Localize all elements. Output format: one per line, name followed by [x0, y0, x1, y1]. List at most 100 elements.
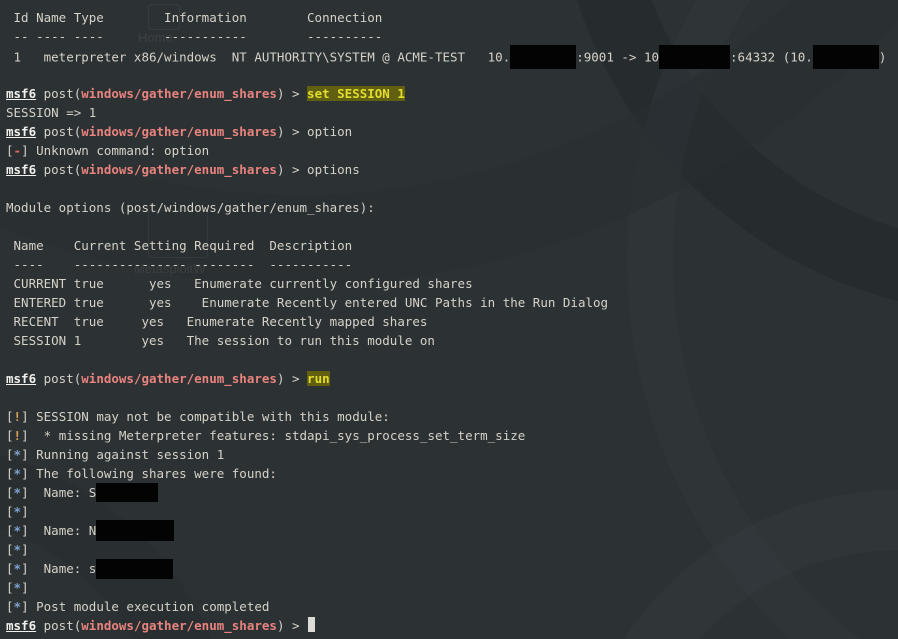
prompt-options: msf6 post(windows/gather/enum_shares) > …	[6, 160, 898, 179]
text-segment: ---- --------------- -------- ----------…	[6, 257, 352, 272]
msf6-prompt: msf6	[6, 371, 36, 386]
text-segment: [	[6, 599, 14, 614]
text-segment: ) > option	[277, 124, 352, 139]
text-segment: [	[6, 143, 14, 158]
blank-line	[6, 217, 898, 236]
text-segment: Name Current Setting Required Descriptio…	[6, 238, 352, 253]
prompt-run: msf6 post(windows/gather/enum_shares) > …	[6, 369, 898, 388]
text-segment: [	[6, 428, 14, 443]
redaction-box	[96, 520, 174, 541]
text-segment: 1 meterpreter x86/windows NT AUTHORITY\S…	[6, 50, 510, 65]
option-row-recent: RECENT true yes Enumerate Recently mappe…	[6, 312, 898, 331]
text-segment: RECENT true yes Enumerate Recently mappe…	[6, 314, 427, 329]
msf6-prompt: msf6	[6, 618, 36, 633]
info-marker: *	[14, 580, 22, 595]
text-segment: [	[6, 504, 14, 519]
text-segment: Id Name Type Information Connection	[6, 10, 382, 25]
msf6-prompt: msf6	[6, 124, 36, 139]
text-segment: :9001 -> 10	[576, 50, 659, 65]
text-segment: post(	[36, 86, 81, 101]
desktop: { "app": { "title": "msfconsole terminal…	[0, 0, 898, 639]
info-marker: *	[14, 599, 22, 614]
sessions-table-row: 1 meterpreter x86/windows NT AUTHORITY\S…	[6, 46, 898, 65]
info-marker: *	[14, 561, 22, 576]
text-segment: [	[6, 466, 14, 481]
text-segment: post(	[36, 124, 81, 139]
info-marker: *	[14, 447, 22, 462]
options-table-divider: ---- --------------- -------- ----------…	[6, 255, 898, 274]
text-segment: SESSION => 1	[6, 105, 96, 120]
text-segment: ]	[21, 504, 29, 519]
text-segment: ] The following shares were found:	[21, 466, 277, 481]
terminal-output[interactable]: Id Name Type Information Connection -- -…	[0, 0, 898, 639]
module-path: windows/gather/enum_shares	[81, 124, 277, 139]
redaction-box	[96, 483, 158, 502]
text-segment: [	[6, 542, 14, 557]
text-segment: ] Name: S	[21, 485, 96, 500]
text-segment: [	[6, 447, 14, 462]
highlighted-command: run	[307, 371, 330, 386]
redaction-box	[659, 45, 730, 69]
redaction-box	[510, 45, 576, 69]
status-line: [*]	[6, 540, 898, 559]
text-segment: ] Post module execution completed	[21, 599, 269, 614]
sessions-table-header: Id Name Type Information Connection	[6, 8, 898, 27]
module-path: windows/gather/enum_shares	[81, 618, 277, 633]
text-segment: ) > options	[277, 162, 360, 177]
text-segment: post(	[36, 162, 81, 177]
text-cursor	[308, 617, 315, 632]
text-segment: post(	[36, 371, 81, 386]
text-segment: ]	[21, 580, 29, 595]
prompt-current: msf6 post(windows/gather/enum_shares) >	[6, 616, 898, 635]
text-segment: ] SESSION may not be compatible with thi…	[21, 409, 390, 424]
warning-marker: !	[14, 409, 22, 424]
status-line: [*]	[6, 578, 898, 597]
status-line: [*] Post module execution completed	[6, 597, 898, 616]
share-name-line: [*] Name: S	[6, 483, 898, 502]
msf6-prompt: msf6	[6, 162, 36, 177]
info-marker: *	[14, 542, 22, 557]
text-segment: ] Running against session 1	[21, 447, 224, 462]
text-segment: -- ---- ---- ----------- ----------	[6, 29, 382, 44]
blank-line	[6, 65, 898, 84]
text-segment: [	[6, 580, 14, 595]
msf6-prompt: msf6	[6, 86, 36, 101]
module-path: windows/gather/enum_shares	[81, 162, 277, 177]
sessions-table-divider: -- ---- ---- ----------- ----------	[6, 27, 898, 46]
error-marker: -	[14, 143, 22, 158]
text-segment: ] Unknown command: option	[21, 143, 209, 158]
prompt-set-session: msf6 post(windows/gather/enum_shares) > …	[6, 84, 898, 103]
option-row-entered: ENTERED true yes Enumerate Recently ente…	[6, 293, 898, 312]
redaction-box	[96, 559, 173, 579]
text-segment: [	[6, 523, 14, 538]
blank-line	[6, 179, 898, 198]
text-segment: ENTERED true yes Enumerate Recently ente…	[6, 295, 608, 310]
blank-line	[6, 388, 898, 407]
session-set-output: SESSION => 1	[6, 103, 898, 122]
info-marker: *	[14, 466, 22, 481]
module-path: windows/gather/enum_shares	[81, 86, 277, 101]
share-name-line: [*] Name: s	[6, 559, 898, 578]
text-segment: post(	[36, 618, 81, 633]
module-options-title: Module options (post/windows/gather/enum…	[6, 198, 898, 217]
text-segment: [	[6, 409, 14, 424]
text-segment: Module options (post/windows/gather/enum…	[6, 200, 375, 215]
text-segment: ) >	[277, 618, 307, 633]
text-segment: ) >	[277, 86, 307, 101]
info-marker: *	[14, 523, 22, 538]
option-row-current: CURRENT true yes Enumerate currently con…	[6, 274, 898, 293]
warning-line: [!] * missing Meterpreter features: stda…	[6, 426, 898, 445]
prompt-option: msf6 post(windows/gather/enum_shares) > …	[6, 122, 898, 141]
info-marker: *	[14, 504, 22, 519]
text-segment: ] Name: s	[21, 561, 96, 576]
highlighted-command: set SESSION 1	[307, 86, 405, 101]
error-line: [-] Unknown command: option	[6, 141, 898, 160]
text-segment: [	[6, 485, 14, 500]
text-segment: ] * missing Meterpreter features: stdapi…	[21, 428, 525, 443]
text-segment: ) >	[277, 371, 307, 386]
status-line: [*]	[6, 502, 898, 521]
module-path: windows/gather/enum_shares	[81, 371, 277, 386]
text-segment: ] Name: N	[21, 523, 96, 538]
option-row-session: SESSION 1 yes The session to run this mo…	[6, 331, 898, 350]
status-line: [*] Running against session 1	[6, 445, 898, 464]
